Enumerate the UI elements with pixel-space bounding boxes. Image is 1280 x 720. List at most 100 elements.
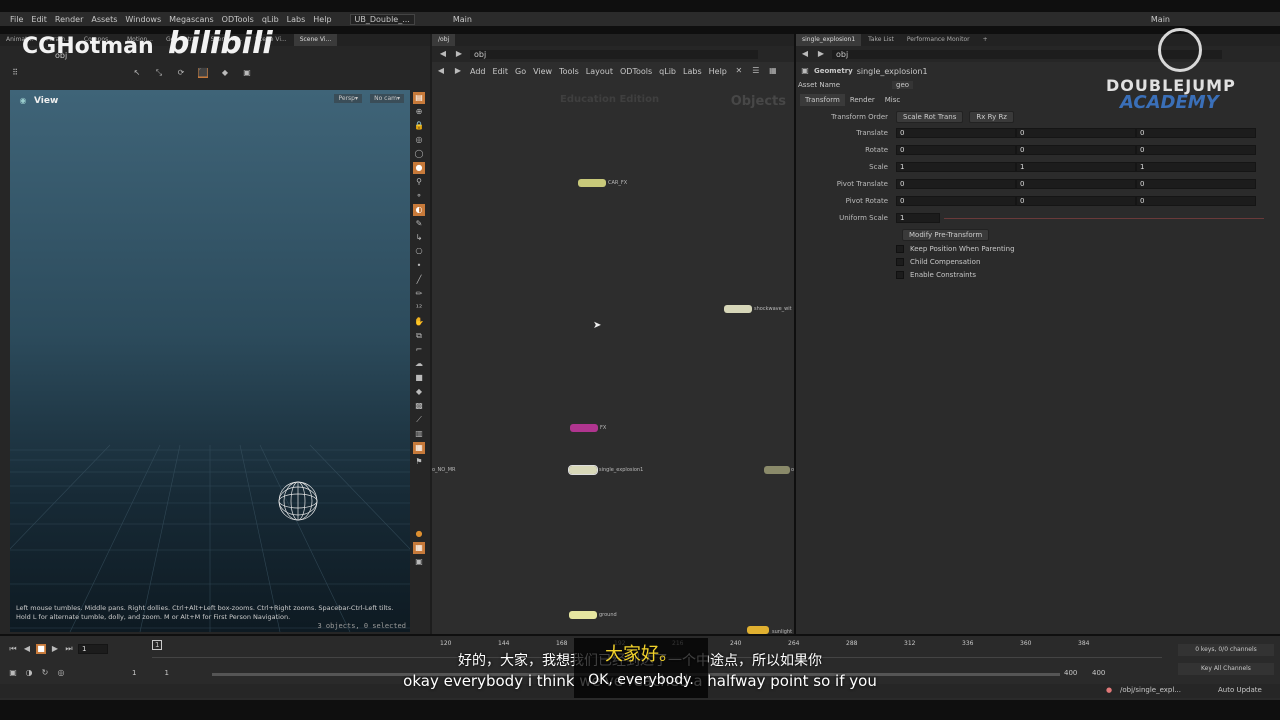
params-forward-icon[interactable]: ▶ [816,49,826,59]
tab-take-list[interactable]: Take List [862,34,901,46]
point-icon[interactable]: ✎ [413,218,425,230]
net-menu-odtools[interactable]: ODTools [620,67,652,76]
subtab-transform[interactable]: Transform [800,94,845,106]
uniform-scale-slider[interactable] [944,217,1264,219]
menu-help[interactable]: Help [313,15,331,24]
node-car-fx[interactable] [578,179,606,187]
viewport-3d[interactable]: ◉ View Persp▾ No cam▾ Left mouse tumbles… [10,90,410,632]
cloud-icon[interactable]: ☁ [413,358,425,370]
net-menu-qlib[interactable]: qLib [659,67,676,76]
scale-x-field[interactable]: 1 [896,161,1016,172]
subtab-render[interactable]: Render [845,94,880,106]
grid-view-icon[interactable]: ▦ [768,66,778,76]
subtab-misc[interactable]: Misc [880,94,905,106]
menu-assets[interactable]: Assets [91,15,117,24]
playhead[interactable]: 1 [152,640,163,650]
menu-labs[interactable]: Labs [287,15,306,24]
nav-forward-icon[interactable]: ▶ [453,66,463,76]
node-fx[interactable] [570,424,598,432]
visibility-icon[interactable]: ⚬ [413,190,425,202]
pivot-rotate-x-field[interactable]: 0 [896,195,1016,206]
menu-render[interactable]: Render [55,15,83,24]
menu-file[interactable]: File [10,15,23,24]
node-single-explosion1[interactable] [568,465,598,475]
camera-menu[interactable]: No cam▾ [370,94,404,103]
menu-odtools[interactable]: ODTools [222,15,254,24]
network-path[interactable]: obj [470,49,758,59]
display-options-icon[interactable]: ▤ [413,92,425,104]
menu-qlib[interactable]: qLib [262,15,279,24]
list-view-icon[interactable]: ☰ [751,66,761,76]
brush-icon[interactable]: ╱ [413,274,425,286]
handle-tool-icon[interactable]: ◆ [220,68,230,78]
info-icon[interactable]: ● [413,528,425,540]
asset-name-value[interactable]: geo [892,81,914,89]
net-menu-tools[interactable]: Tools [559,67,579,76]
right-main-label[interactable]: Main [1151,15,1170,24]
scale-z-field[interactable]: 1 [1136,161,1256,172]
rotate-order-select[interactable]: Rx Ry Rz [969,111,1014,123]
net-menu-go[interactable]: Go [515,67,526,76]
net-menu-view[interactable]: View [533,67,552,76]
back-arrow-icon[interactable]: ◀ [438,49,448,59]
persp-menu[interactable]: Persp▾ [334,94,362,103]
net-menu-add[interactable]: Add [470,67,486,76]
corner-icon[interactable]: ⌐ [413,344,425,356]
node-shockwave[interactable] [724,305,752,313]
desktop-select[interactable]: UB_Double_... [349,13,415,25]
layers-icon[interactable]: ⧉ [413,330,425,342]
pivot-translate-z-field[interactable]: 0 [1136,178,1256,189]
tab-obj-network[interactable]: /obj [432,34,457,46]
camera-small-icon[interactable]: ▣ [413,556,425,568]
translate-y-field[interactable]: 0 [1016,127,1136,138]
render-view-icon[interactable]: ▦ [413,442,425,454]
lock-icon[interactable]: 🔒 [413,120,425,132]
uniform-scale-field[interactable]: 1 [896,213,940,223]
trash-icon[interactable]: ▥ [413,428,425,440]
shading-icon[interactable]: ◐ [413,204,425,216]
pin-icon[interactable]: ⚲ [413,176,425,188]
menu-megascans[interactable]: Megascans [169,15,214,24]
snap-icon[interactable]: ⊕ [413,106,425,118]
rotate-tool-icon[interactable]: ⟳ [176,68,186,78]
add-tab-button[interactable]: + [977,34,995,46]
node-right[interactable] [764,466,790,474]
sphere-object[interactable] [276,479,320,523]
scale-y-field[interactable]: 1 [1016,161,1136,172]
translate-x-field[interactable]: 0 [896,127,1016,138]
wire-icon[interactable]: ◯ [413,148,425,160]
tools-icon[interactable]: ✕ [734,66,744,76]
dot-icon[interactable]: • [413,260,425,272]
primitive-icon[interactable]: ⎔ [413,246,425,258]
pivot-translate-y-field[interactable]: 0 [1016,178,1136,189]
net-menu-layout[interactable]: Layout [586,67,613,76]
square-icon[interactable]: ■ [413,372,425,384]
transform-order-select[interactable]: Scale Rot Trans [896,111,964,123]
rotate-z-field[interactable]: 0 [1136,144,1256,155]
tab-performance-monitor[interactable]: Performance Monitor [901,34,977,46]
select-tool-icon[interactable]: ↖ [132,68,142,78]
net-menu-help[interactable]: Help [709,67,727,76]
light-icon[interactable]: ● [413,162,425,174]
translate-z-field[interactable]: 0 [1136,127,1256,138]
grid-menu-icon[interactable]: ⠿ [10,68,20,78]
child-compensation-checkbox[interactable] [896,258,904,266]
modify-pretransform-button[interactable]: Modify Pre-Transform [902,229,990,241]
main-label[interactable]: Main [453,15,472,24]
net-menu-labs[interactable]: Labs [683,67,702,76]
forward-arrow-icon[interactable]: ▶ [454,49,464,59]
pivot-rotate-y-field[interactable]: 0 [1016,195,1136,206]
menu-windows[interactable]: Windows [125,15,161,24]
marker-icon[interactable]: ⚑ [413,456,425,468]
render-region-icon[interactable]: ▣ [242,68,252,78]
grid-icon[interactable]: ▦ [413,542,425,554]
pivot-translate-x-field[interactable]: 0 [896,178,1016,189]
net-menu-edit[interactable]: Edit [493,67,509,76]
scale-tool-icon[interactable]: ⬛ [198,68,208,78]
number-icon[interactable]: ¹² [413,302,425,314]
tab-scene-view-3[interactable]: Scene Vi... [293,34,339,46]
ghost-icon[interactable]: ◎ [413,134,425,146]
node-ground[interactable] [569,611,597,619]
pivot-rotate-z-field[interactable]: 0 [1136,195,1256,206]
rotate-x-field[interactable]: 0 [896,144,1016,155]
